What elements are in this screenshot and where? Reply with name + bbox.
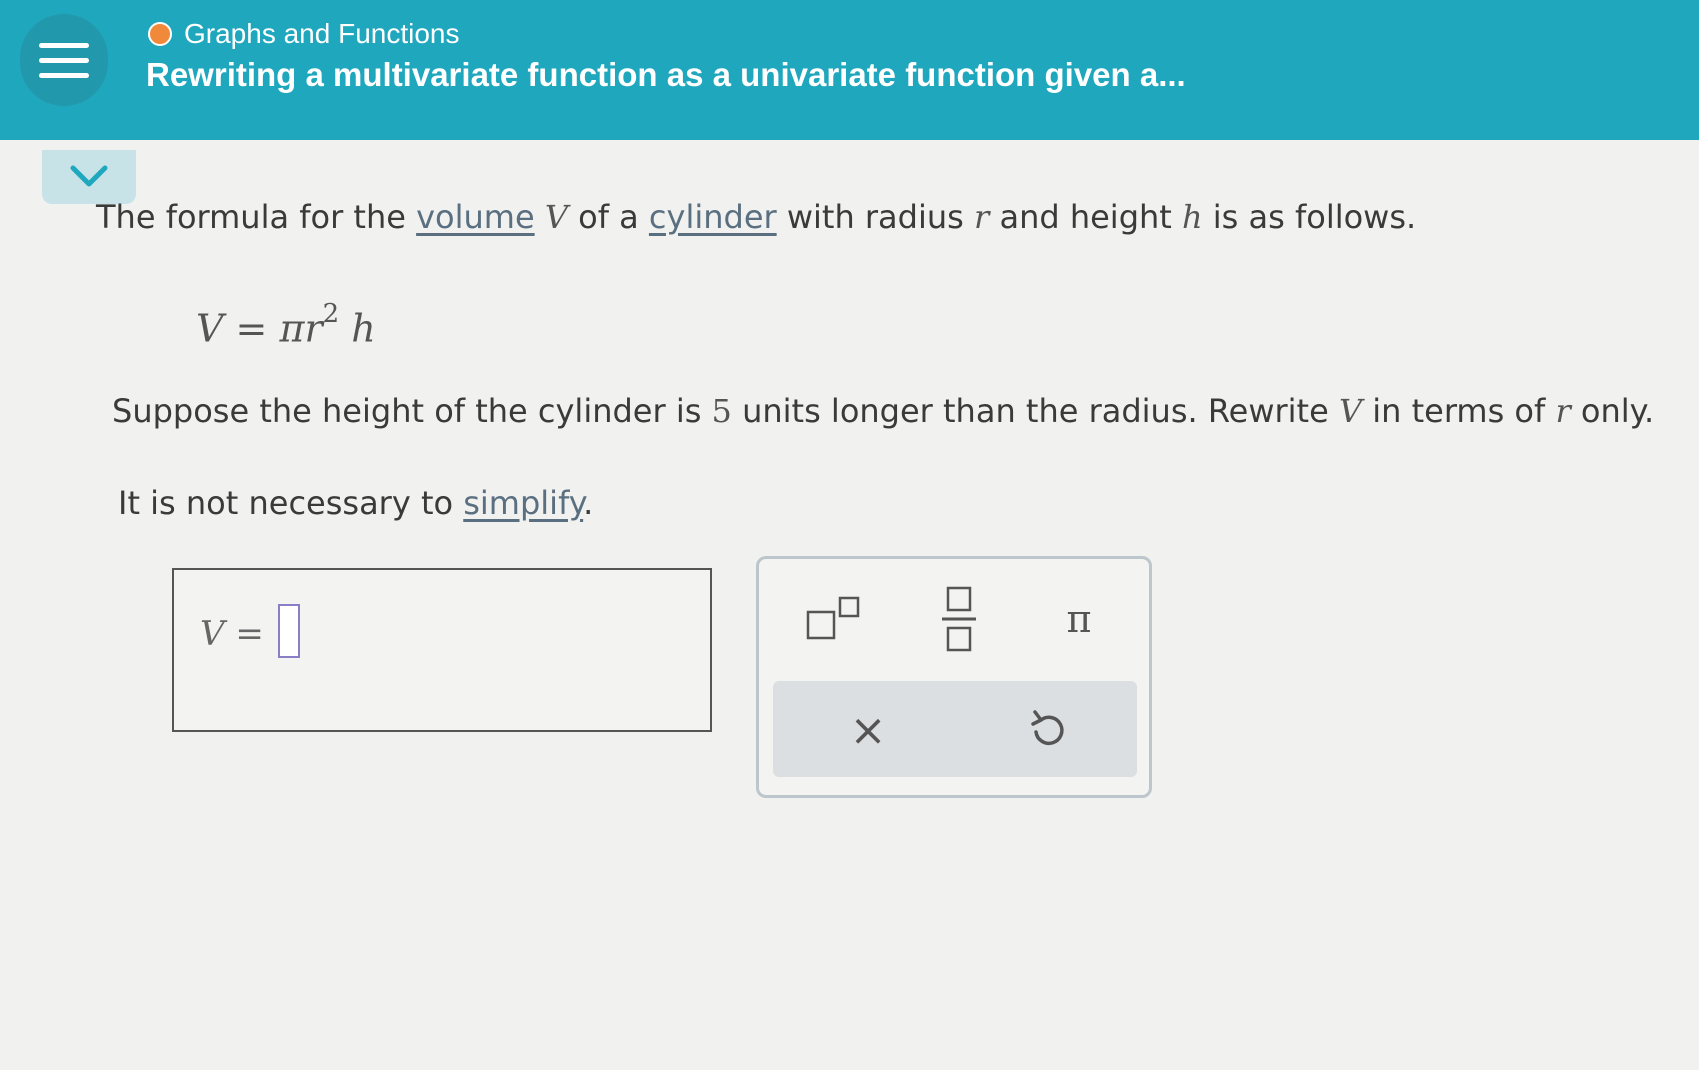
formula-exponent: 2	[322, 299, 340, 329]
text: with radius	[776, 198, 974, 236]
answer-lhs: V	[200, 614, 225, 654]
var-v: V	[544, 198, 568, 236]
text: only.	[1570, 392, 1655, 430]
keypad-action-bar: ×	[773, 681, 1137, 777]
answer-input[interactable]	[278, 604, 300, 658]
volume-formula: V = πr2 h	[196, 299, 376, 351]
hamburger-icon-line	[39, 72, 89, 78]
cylinder-link[interactable]: cylinder	[649, 198, 777, 236]
text: Suppose the height of the cylinder is	[112, 392, 712, 430]
undo-button[interactable]	[1013, 695, 1083, 765]
formula-eq: =	[235, 306, 268, 351]
topic-status-dot	[148, 22, 172, 46]
undo-icon	[1031, 710, 1064, 746]
topic-label: Graphs and Functions	[184, 18, 460, 49]
text: and height	[989, 198, 1182, 236]
var-r: r	[1555, 392, 1571, 430]
answer-eq-sign: =	[235, 614, 264, 654]
pi-label: π	[1066, 597, 1092, 641]
fraction-template-icon	[942, 586, 976, 652]
problem-line-1: The formula for the volume V of a cylind…	[96, 198, 1416, 236]
number-5: 5	[711, 392, 732, 430]
collapse-toggle[interactable]	[42, 150, 136, 204]
math-keypad: π ×	[756, 556, 1152, 798]
page-title: Rewriting a multivariate function as a u…	[146, 56, 1186, 93]
hamburger-icon-line	[39, 57, 89, 63]
formula-lhs: V	[196, 306, 224, 351]
var-v: V	[1338, 392, 1363, 430]
hamburger-icon-line	[39, 42, 89, 48]
answer-box: V =	[172, 568, 712, 732]
text: .	[583, 484, 594, 522]
menu-button[interactable]	[20, 14, 108, 106]
simplify-link[interactable]: simplify	[463, 484, 583, 522]
text	[535, 198, 545, 236]
app-header: Graphs and Functions Rewriting a multiva…	[0, 0, 1699, 140]
fraction-button[interactable]	[929, 581, 989, 657]
problem-line-3: It is not necessary to simplify.	[118, 484, 593, 522]
text: in terms of	[1362, 392, 1556, 430]
text: The formula for the	[96, 198, 417, 236]
answer-equation: V =	[200, 614, 264, 654]
pi-button[interactable]: π	[1049, 589, 1109, 649]
topic-row: Graphs and Functions	[148, 18, 460, 50]
problem-line-2: Suppose the height of the cylinder is 5 …	[112, 392, 1654, 430]
text: of a	[567, 198, 649, 236]
text: It is not necessary to	[118, 484, 464, 522]
clear-label: ×	[849, 704, 887, 756]
text: units longer than the radius. Rewrite	[731, 392, 1339, 430]
clear-button[interactable]: ×	[833, 695, 903, 765]
var-r: r	[973, 198, 990, 236]
text: is as follows.	[1202, 198, 1417, 236]
exponent-button[interactable]	[799, 589, 869, 649]
app-stage: Graphs and Functions Rewriting a multiva…	[0, 0, 1699, 1070]
exponent-template-icon	[806, 596, 860, 640]
formula-h: h	[351, 306, 376, 351]
chevron-down-icon	[70, 165, 108, 187]
formula-pi-r: πr	[279, 306, 323, 351]
var-h: h	[1182, 198, 1203, 236]
volume-link[interactable]: volume	[416, 198, 535, 236]
